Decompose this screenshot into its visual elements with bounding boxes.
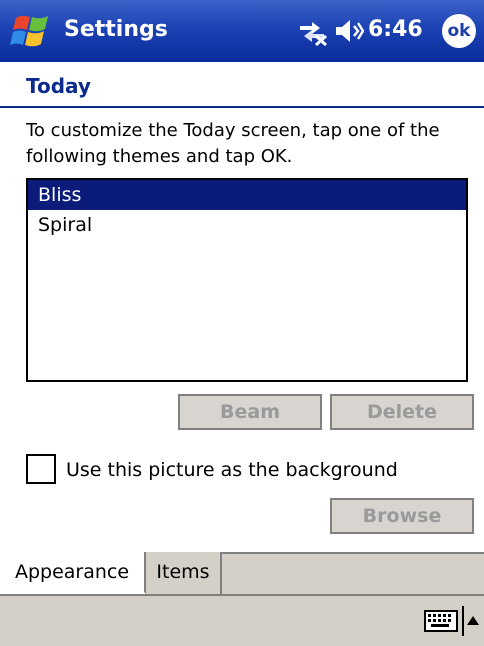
ok-button[interactable]: ok	[442, 14, 476, 48]
title-bar: Settings 6:46 ok	[0, 0, 484, 62]
beam-button[interactable]: Beam	[178, 394, 322, 430]
command-bar	[0, 594, 484, 646]
page-title: Today	[26, 74, 91, 98]
app-title: Settings	[64, 17, 168, 42]
title-divider	[0, 106, 484, 108]
sip-arrow-up-icon[interactable]	[466, 614, 480, 626]
background-checkbox-label[interactable]: Use this picture as the background	[66, 456, 398, 484]
connectivity-icon[interactable]	[296, 16, 328, 46]
browse-button[interactable]: Browse	[330, 498, 474, 534]
sip-divider	[462, 606, 464, 636]
theme-item-bliss[interactable]: Bliss	[28, 180, 466, 210]
tab-strip: Appearance Items	[0, 552, 484, 594]
tab-items[interactable]: Items	[146, 552, 222, 594]
delete-button[interactable]: Delete	[330, 394, 474, 430]
instructions-text: To customize the Today screen, tap one o…	[26, 120, 440, 167]
theme-item-spiral[interactable]: Spiral	[28, 210, 466, 240]
keyboard-icon[interactable]	[424, 610, 458, 632]
theme-list[interactable]: Bliss Spiral	[26, 178, 468, 382]
clock[interactable]: 6:46	[368, 16, 423, 44]
background-checkbox[interactable]	[26, 454, 56, 484]
windows-start-icon[interactable]	[10, 12, 54, 52]
tab-appearance[interactable]: Appearance	[0, 552, 146, 594]
volume-icon[interactable]	[334, 18, 364, 44]
